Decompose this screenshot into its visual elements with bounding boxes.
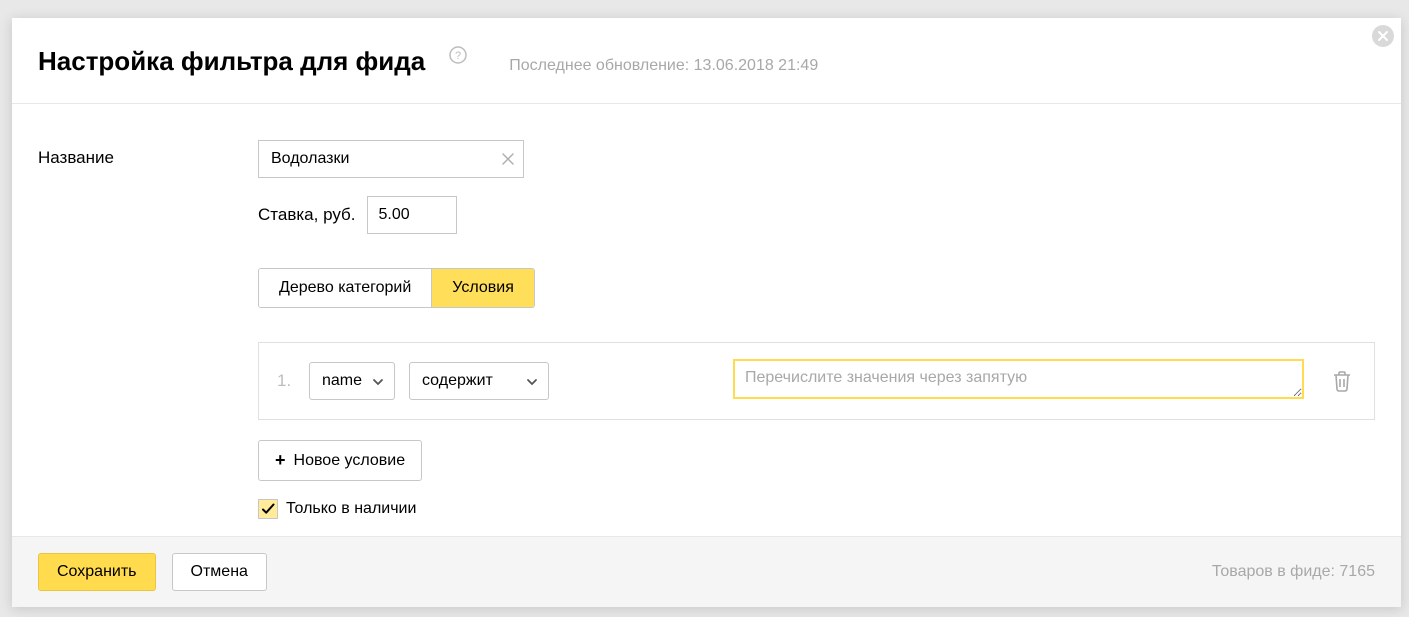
close-icon[interactable]: [1371, 24, 1395, 48]
chevron-down-icon: [372, 375, 384, 387]
delete-condition-icon[interactable]: [1332, 370, 1352, 392]
bid-row: Ставка, руб.: [258, 196, 1375, 234]
condition-field-select[interactable]: name: [309, 362, 395, 400]
cancel-button[interactable]: Отмена: [172, 553, 267, 591]
only-in-stock-label: Только в наличии: [286, 500, 416, 518]
name-row: Название Ставка, руб. Дерево категорий У…: [38, 140, 1375, 519]
feed-count-text: Товаров в фиде: 7165: [1212, 563, 1375, 581]
modal-title: Настройка фильтра для фида: [38, 46, 425, 77]
name-label: Название: [38, 140, 248, 168]
condition-operator-value: содержит: [422, 372, 493, 390]
save-button[interactable]: Сохранить: [38, 553, 156, 591]
bid-input[interactable]: [367, 196, 457, 234]
only-in-stock-checkbox[interactable]: [258, 499, 278, 519]
modal-body: Название Ставка, руб. Дерево категорий У…: [12, 104, 1401, 536]
fields-column: Ставка, руб. Дерево категорий Условия 1.…: [258, 140, 1375, 519]
condition-index: 1.: [277, 371, 295, 391]
modal-header: Настройка фильтра для фида ? Последнее о…: [12, 18, 1401, 104]
mode-tabs: Дерево категорий Условия: [258, 268, 535, 308]
bid-label: Ставка, руб.: [258, 205, 355, 225]
tab-category-tree[interactable]: Дерево категорий: [259, 269, 431, 307]
clear-name-icon[interactable]: [500, 151, 516, 167]
condition-field-value: name: [322, 372, 362, 390]
filter-settings-modal: Настройка фильтра для фида ? Последнее о…: [12, 18, 1401, 607]
condition-values-input[interactable]: [733, 359, 1304, 399]
modal-footer: Сохранить Отмена Товаров в фиде: 7165: [12, 536, 1401, 607]
chevron-down-icon: [526, 375, 538, 387]
only-in-stock-row: Только в наличии: [258, 499, 1375, 519]
add-condition-label: Новое условие: [294, 452, 406, 470]
add-condition-button[interactable]: + Новое условие: [258, 440, 422, 481]
svg-text:?: ?: [455, 50, 461, 62]
tab-conditions[interactable]: Условия: [431, 269, 534, 307]
name-input-wrap: [258, 140, 524, 178]
condition-operator-select[interactable]: содержит: [409, 362, 549, 400]
condition-values-wrap: [733, 359, 1304, 403]
plus-icon: +: [275, 450, 286, 471]
condition-row: 1. name содержит: [258, 342, 1375, 420]
help-icon[interactable]: ?: [449, 46, 467, 64]
last-updated-text: Последнее обновление: 13.06.2018 21:49: [509, 57, 818, 75]
name-input[interactable]: [258, 140, 524, 178]
